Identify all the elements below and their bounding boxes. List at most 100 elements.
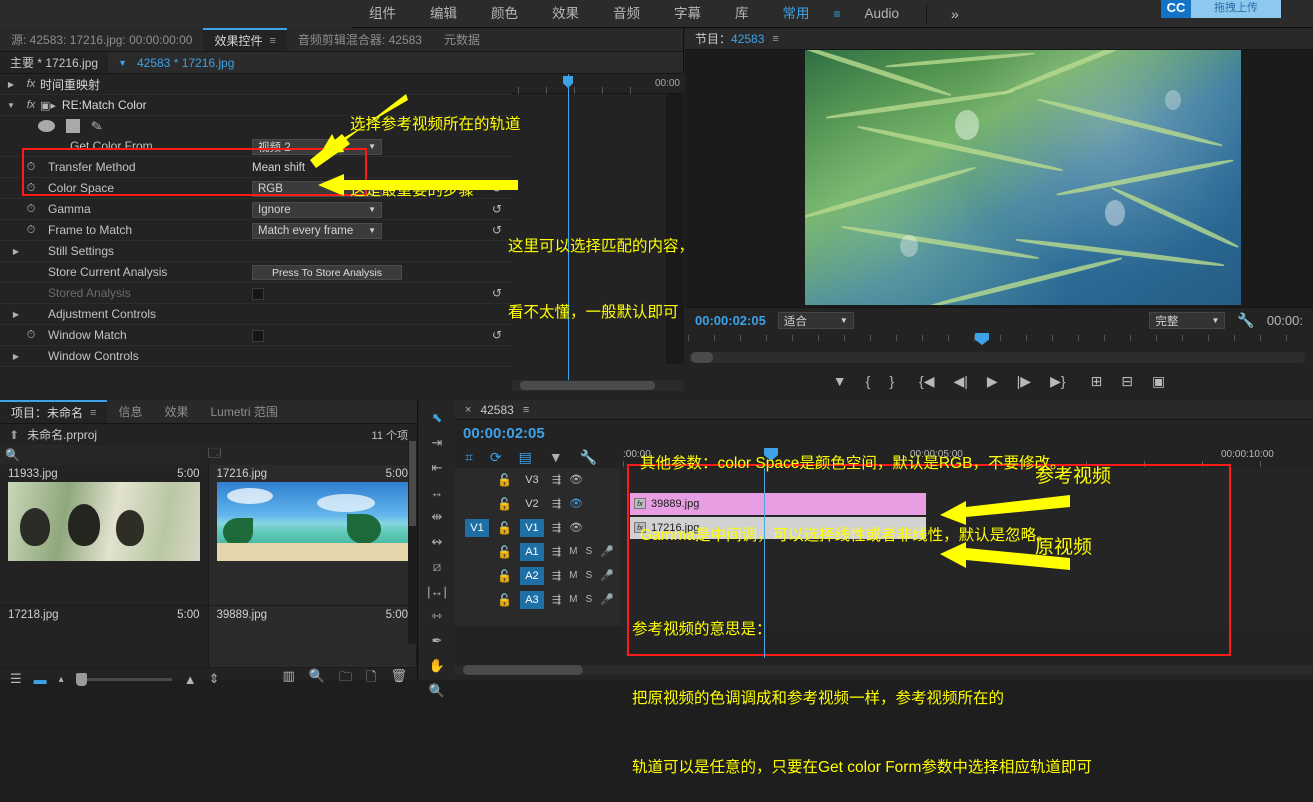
rolling-edit-icon[interactable]: ⇹ (426, 509, 448, 525)
stopwatch-icon-gamma[interactable]: ⏱ (22, 203, 40, 216)
source-patch-a2[interactable] (465, 567, 489, 585)
menu-item-library[interactable]: 库 (718, 0, 766, 28)
reset-icon-stored-analysis[interactable]: ↺ (492, 286, 502, 300)
program-monitor-quality-select[interactable]: 完整▼ (1149, 312, 1225, 329)
program-monitor-time-ruler[interactable] (685, 333, 1313, 351)
mic-icon[interactable]: 🎤 (600, 593, 614, 606)
extract-icon[interactable]: ⊟ (1121, 373, 1133, 390)
delete-icon[interactable]: 🗑 (390, 668, 407, 690)
sync-lock-icon[interactable]: ⇶ (552, 545, 561, 558)
mute-button-a3[interactable]: M (569, 594, 577, 605)
menu-item-captions[interactable]: 字幕 (657, 0, 718, 28)
track-name-a1[interactable]: A1 (520, 543, 544, 561)
mark-in-icon[interactable]: { (866, 373, 871, 389)
solo-button-a1[interactable]: S (586, 546, 593, 557)
zoom-tool-icon[interactable]: 🔍 (426, 683, 448, 699)
track-name-a2[interactable]: A2 (520, 567, 544, 585)
new-bin-icon[interactable]: 🗀 (339, 668, 352, 690)
hand-tool-icon[interactable]: ✋ (426, 658, 448, 674)
param-row-stored-analysis[interactable]: Stored Analysis ↺ (0, 283, 512, 304)
source-patch-v3[interactable] (465, 471, 489, 489)
menu-item-audio-workspace[interactable]: Audio (848, 0, 917, 28)
param-value-store-current-analysis[interactable]: Press To Store Analysis (252, 262, 402, 283)
timeline-settings-icon[interactable]: 🔧 (580, 449, 597, 466)
sync-lock-icon[interactable]: ⇶ (552, 473, 561, 486)
window-match-checkbox[interactable] (252, 330, 264, 342)
project-panel-menu-icon[interactable]: ≡ (90, 407, 96, 419)
stored-analysis-checkbox[interactable] (252, 288, 264, 300)
track-header-a3[interactable]: 🔓 A3 ⇶ M S 🎤 (455, 588, 620, 612)
track-name-v2[interactable]: V2 (520, 495, 544, 513)
program-monitor-timecode[interactable]: 00:00:02:05 (695, 313, 766, 328)
step-forward-icon[interactable]: |▶ (1017, 373, 1031, 390)
linked-selection-icon[interactable]: ⟳ (490, 449, 502, 466)
pen-mask-icon[interactable]: ✎ (90, 117, 105, 136)
filter-bin-button[interactable]: 🗔 (200, 445, 413, 465)
play-icon[interactable]: ▶ (987, 373, 998, 390)
tab-info[interactable]: 信息 (107, 400, 153, 423)
track-header-v1[interactable]: V1 🔓 V1 ⇶ 👁 (455, 516, 620, 540)
selection-tool-icon[interactable]: ⬉ (426, 410, 448, 426)
param-value-window-match[interactable] (252, 325, 264, 346)
marker-set-icon[interactable]: ▤ (519, 449, 532, 466)
tab-source-monitor[interactable]: 源: 42583: 17216.jpg: 00:00:00:00 (0, 28, 203, 51)
tab-effect-controls[interactable]: 效果控件 ≡ (203, 28, 286, 51)
mute-button-a1[interactable]: M (569, 546, 577, 557)
pen-tool-icon[interactable]: ✒ (426, 633, 448, 649)
list-item[interactable]: 11933.jpg5:00 (0, 465, 209, 606)
add-marker-icon[interactable]: ▼ (833, 373, 847, 389)
search-input[interactable]: 🔍 (0, 445, 200, 465)
track-header-a2[interactable]: 🔓 A2 ⇶ M S 🎤 (455, 564, 620, 588)
rect-mask-icon[interactable] (66, 119, 80, 133)
step-back-icon[interactable]: ◀| (953, 373, 967, 390)
sequence-clip-label[interactable]: ▼ 42583 * 17216.jpg (108, 52, 244, 73)
track-name-v1[interactable]: V1 (520, 519, 544, 537)
track-header-v3[interactable]: 🔓 V3 ⇶ 👁 (455, 468, 620, 492)
zoom-in-icon[interactable]: ▲ (184, 672, 197, 687)
close-icon[interactable]: × (465, 404, 471, 416)
lock-icon[interactable]: 🔓 (497, 521, 512, 535)
track-name-v3[interactable]: V3 (520, 471, 544, 489)
program-monitor-zoom-thumb[interactable] (691, 352, 713, 363)
panel-menu-icon[interactable]: ≡ (270, 35, 276, 47)
master-clip-label[interactable]: 主要 * 17216.jpg (0, 52, 108, 73)
program-monitor-playhead-icon[interactable] (975, 333, 989, 345)
stopwatch-icon-frame[interactable]: ⏱ (22, 224, 40, 237)
program-monitor-zoom-scrollbar[interactable] (685, 351, 1313, 365)
stopwatch-icon-window-match[interactable]: ⏱ (22, 329, 40, 342)
disclosure-triangle-open-icon[interactable]: ▼ (7, 101, 15, 110)
go-to-out-icon[interactable]: ▶} (1050, 373, 1065, 390)
disclosure-triangle-still[interactable]: ▶ (13, 247, 19, 256)
list-view-icon[interactable]: ☰ (10, 671, 22, 687)
reset-icon-frame-to-match[interactable]: ↺ (492, 223, 502, 237)
lock-icon[interactable]: 🔓 (497, 545, 512, 559)
reset-icon-window-match[interactable]: ↺ (492, 328, 502, 342)
sync-lock-icon[interactable]: ⇶ (552, 497, 561, 510)
track-header-v2[interactable]: 🔓 V2 ⇶ 👁 (455, 492, 620, 516)
lift-icon[interactable]: ⊞ (1091, 373, 1103, 390)
disclosure-triangle-adjustment[interactable]: ▶ (13, 310, 19, 319)
list-item[interactable]: 39889.jpg5:00 (209, 606, 418, 668)
zoom-slider[interactable] (76, 678, 172, 681)
program-monitor-menu-icon[interactable]: ≡ (772, 33, 778, 45)
snap-icon[interactable]: ⌗ (465, 449, 473, 466)
menu-item-edit[interactable]: 编辑 (413, 0, 474, 28)
list-item[interactable]: 17218.jpg5:00 (0, 606, 209, 668)
track-header-master[interactable] (455, 612, 620, 626)
tab-audio-clip-mixer[interactable]: 音频剪辑混合器: 42583 (287, 28, 433, 51)
menu-item-color[interactable]: 颜色 (474, 0, 535, 28)
track-select-backward-icon[interactable]: ⇤ (426, 460, 448, 476)
sync-lock-icon[interactable]: ⇶ (552, 521, 561, 534)
track-header-a1[interactable]: 🔓 A1 ⇶ M S 🎤 (455, 540, 620, 564)
mark-out-icon[interactable]: } (889, 373, 894, 389)
sync-lock-icon[interactable]: ⇶ (552, 593, 561, 606)
menu-item-common[interactable]: 常用 (766, 0, 827, 28)
eye-icon[interactable]: 👁 (569, 521, 583, 534)
lock-icon[interactable]: 🔓 (497, 497, 512, 511)
program-monitor-viewport[interactable] (685, 50, 1313, 307)
disclosure-triangle-window-controls[interactable]: ▶ (13, 352, 19, 361)
eye-off-icon[interactable]: 👁 (569, 497, 583, 510)
razor-tool-icon[interactable]: ⧄ (426, 559, 448, 575)
new-item-icon[interactable]: 🗋 (366, 668, 376, 690)
timeline-scrollbar-thumb[interactable] (463, 665, 583, 675)
